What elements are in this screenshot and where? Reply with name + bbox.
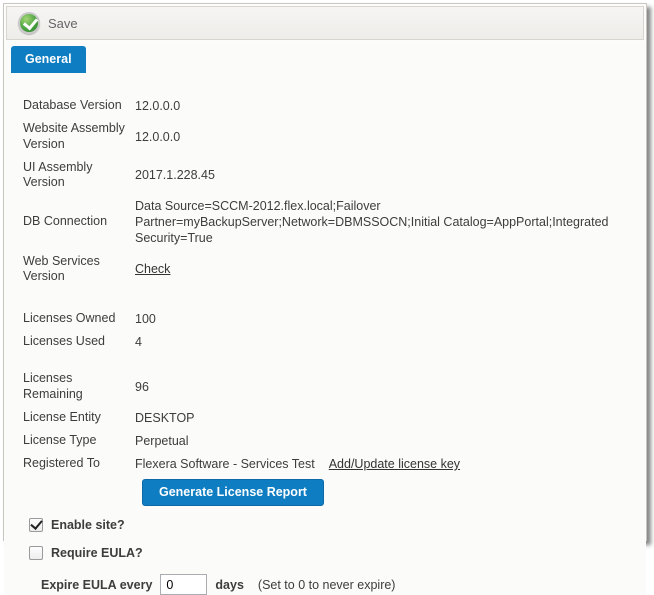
field-label: License Entity	[23, 410, 135, 426]
field-row-web-services-version: Web Services Version Check	[23, 254, 636, 285]
field-row-db-connection: DB Connection Data Source=SCCM-2012.flex…	[23, 198, 636, 247]
field-row-website-assembly-version: Website Assembly Version 12.0.0.0	[23, 121, 636, 152]
field-row-license-entity: License Entity DESKTOP	[23, 410, 636, 426]
general-panel: Database Version 12.0.0.0 Website Assemb…	[4, 73, 646, 595]
enable-site-label[interactable]: Enable site?	[51, 518, 125, 532]
field-label: Website Assembly Version	[23, 121, 135, 152]
field-value: 100	[135, 311, 156, 327]
field-value: Perpetual	[135, 433, 189, 449]
field-row-licenses-remaining: Licenses Remaining 96	[23, 371, 636, 402]
require-eula-row: Require EULA?	[29, 546, 636, 560]
field-row-ui-assembly-version: UI Assembly Version 2017.1.228.45	[23, 160, 636, 191]
tab-general[interactable]: General	[11, 46, 86, 73]
settings-window: Save General Database Version 12.0.0.0 W…	[3, 3, 647, 541]
enable-site-checkbox[interactable]	[29, 518, 43, 532]
expire-eula-suffix-label: days	[215, 578, 244, 592]
field-value: Data Source=SCCM-2012.flex.local;Failove…	[135, 198, 636, 247]
save-check-icon	[18, 12, 40, 34]
field-label: Licenses Owned	[23, 311, 135, 327]
field-value: 4	[135, 334, 142, 350]
field-label: DB Connection	[23, 214, 135, 230]
field-label: Web Services Version	[23, 254, 135, 285]
field-label: License Type	[23, 433, 135, 449]
require-eula-label[interactable]: Require EULA?	[51, 546, 143, 560]
field-value: 96	[135, 379, 149, 395]
field-label: Database Version	[23, 98, 135, 114]
field-row-licenses-used: Licenses Used 4	[23, 334, 636, 350]
tab-bar: General	[4, 42, 646, 73]
field-row-licenses-owned: Licenses Owned 100	[23, 311, 636, 327]
registered-to-value: Flexera Software - Services Test	[135, 456, 315, 472]
generate-license-report-button[interactable]: Generate License Report	[142, 479, 324, 506]
expire-eula-prefix-label: Expire EULA every	[41, 578, 152, 592]
require-eula-checkbox[interactable]	[29, 546, 43, 560]
field-label: Registered To	[23, 456, 135, 472]
add-update-license-key-link[interactable]: Add/Update license key	[329, 456, 460, 472]
expire-eula-days-input[interactable]	[160, 574, 207, 595]
field-row-registered-to: Registered To Flexera Software - Service…	[23, 456, 636, 472]
save-label: Save	[48, 16, 78, 31]
field-label: Licenses Used	[23, 334, 135, 350]
field-label: Licenses Remaining	[23, 371, 135, 402]
check-web-services-link[interactable]: Check	[135, 262, 170, 276]
expire-eula-hint: (Set to 0 to never expire)	[258, 578, 396, 592]
button-row: Generate License Report	[135, 479, 636, 506]
field-label: UI Assembly Version	[23, 160, 135, 191]
enable-site-row: Enable site?	[29, 518, 636, 532]
field-value: DESKTOP	[135, 410, 195, 426]
field-row-database-version: Database Version 12.0.0.0	[23, 98, 636, 114]
field-value: 2017.1.228.45	[135, 167, 215, 183]
field-value: 12.0.0.0	[135, 129, 180, 145]
field-row-license-type: License Type Perpetual	[23, 433, 636, 449]
save-button[interactable]: Save	[16, 10, 84, 36]
expire-eula-row: Expire EULA every days (Set to 0 to neve…	[41, 574, 636, 595]
toolbar: Save	[6, 6, 644, 40]
field-value: 12.0.0.0	[135, 98, 180, 114]
